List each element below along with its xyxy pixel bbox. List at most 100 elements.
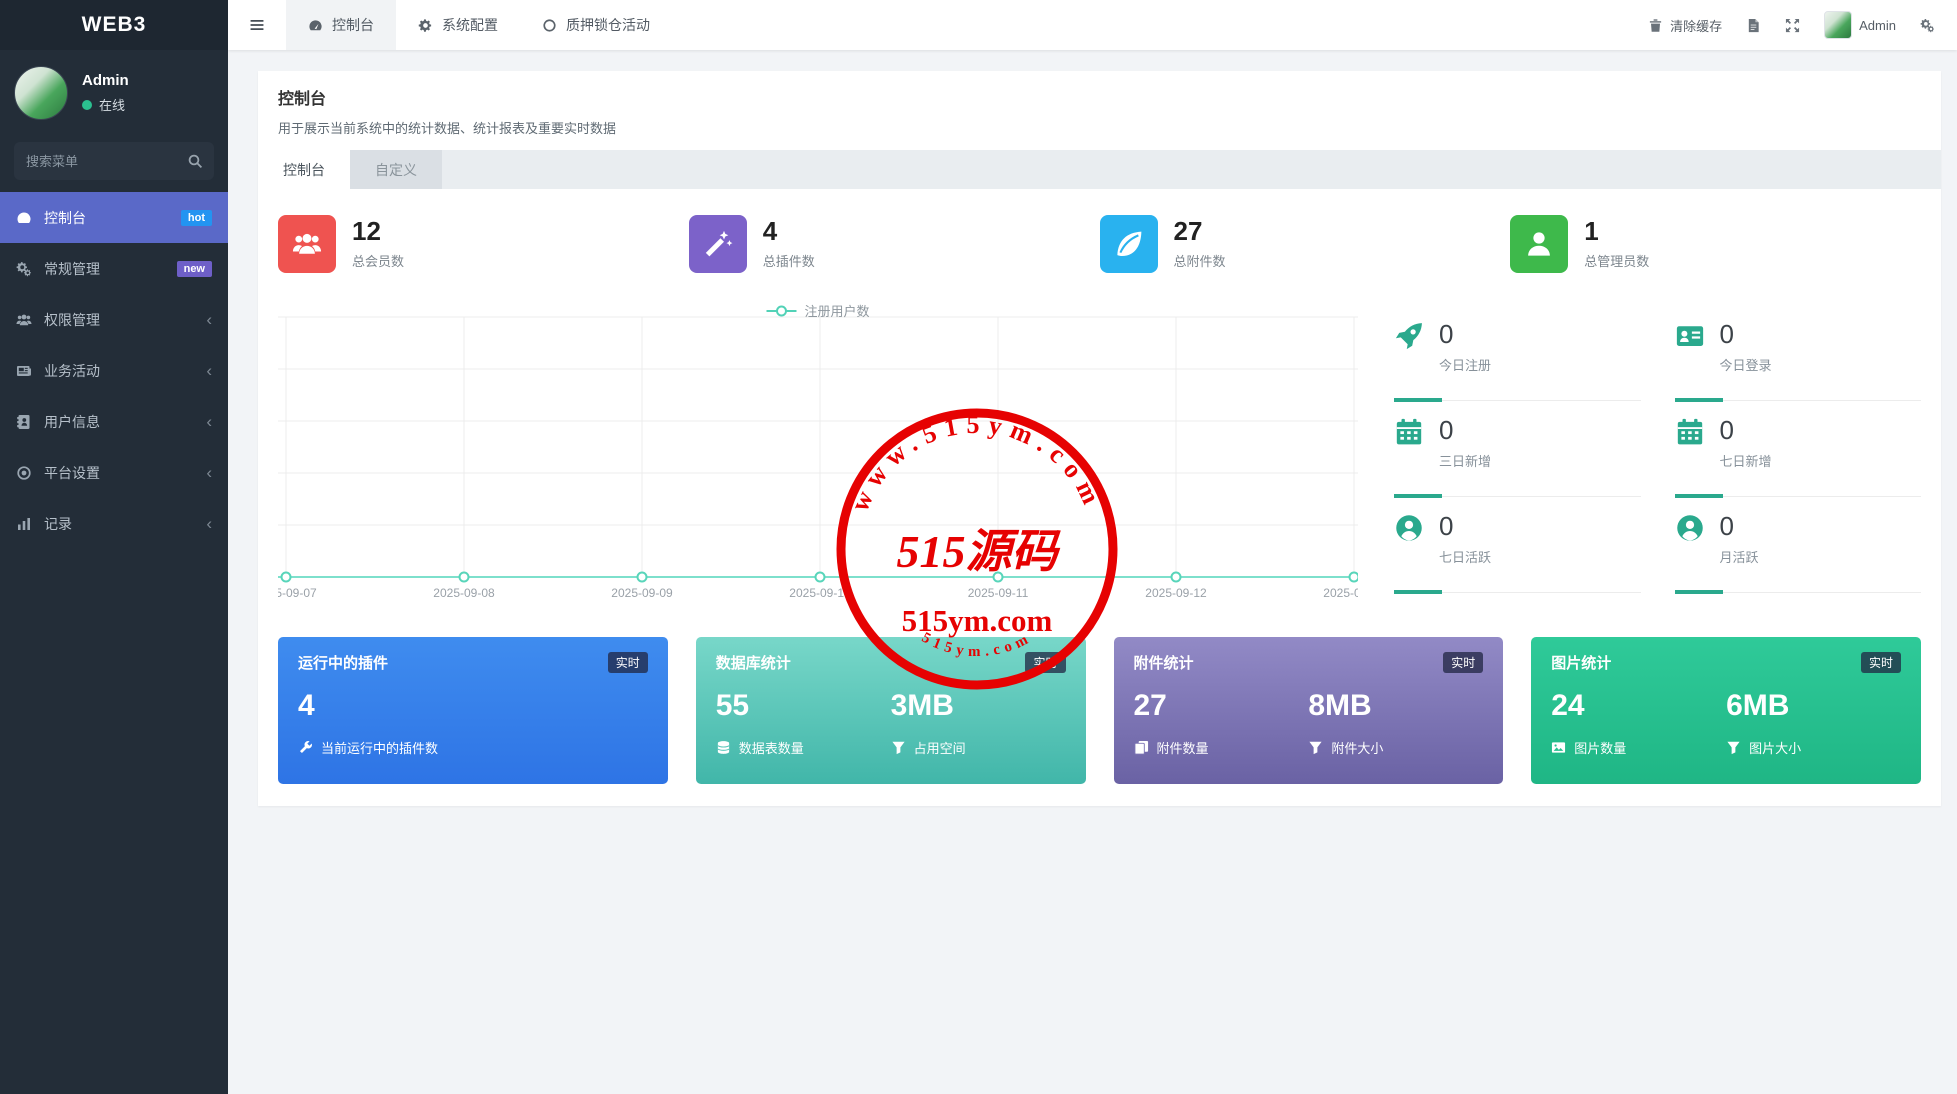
sidebar-item-label: 用户信息: [44, 413, 100, 430]
address-book-icon: [16, 414, 32, 430]
topbar: 控制台 系统配置 质押锁仓活动 清除缓存 Admin: [228, 0, 1957, 50]
quick-stat-label: 月活跃: [1719, 550, 1759, 565]
metric-label: 当前运行中的插件数: [321, 741, 439, 756]
stat-label: 总管理员数: [1584, 253, 1650, 269]
metric-value: 6MB: [1726, 689, 1790, 722]
panel-header: 控制台 用于展示当前系统中的统计数据、统计报表及重要实时数据: [258, 71, 1941, 150]
dot-circle-icon: [16, 465, 32, 481]
trash-icon: [1648, 18, 1663, 33]
card-image-stats: 图片统计 实时 24 图片数量 6MB 图片大小: [1531, 637, 1921, 784]
card-title: 图片统计: [1551, 655, 1612, 672]
sidebar-user-panel: Admin 在线: [0, 50, 228, 128]
sidebar-item-auth[interactable]: 权限管理 ‹: [0, 294, 228, 345]
calendar-icon: [1675, 417, 1705, 470]
sidebar-item-console[interactable]: 控制台 hot: [0, 192, 228, 243]
menu-search-input[interactable]: [14, 142, 214, 180]
panel-body: 12 总会员数 4 总插件数 27 总附件数 1 总管理员数 注册用户数 5-0…: [258, 189, 1941, 784]
leaf-icon: [1099, 215, 1158, 273]
calendar-icon: [1394, 417, 1424, 470]
card-metric: 3MB 占用空间: [891, 689, 1066, 757]
stat-total-plugins: 4 总插件数: [688, 215, 1100, 273]
sidebar-item-platform[interactable]: 平台设置 ‹: [0, 447, 228, 498]
quick-stat-value: 0: [1439, 415, 1454, 445]
quick-stat-value: 0: [1719, 319, 1734, 349]
gears-icon: [16, 261, 32, 277]
bar-chart-icon: [16, 516, 32, 532]
database-icon: [716, 740, 731, 755]
document-icon: [1746, 18, 1761, 33]
stats-row: 12 总会员数 4 总插件数 27 总附件数 1 总管理员数: [278, 215, 1921, 273]
sidebar-item-records[interactable]: 记录 ‹: [0, 498, 228, 549]
hamburger-icon: [249, 17, 265, 33]
user-status-label: 在线: [99, 98, 126, 113]
chart-legend[interactable]: 注册用户数: [766, 301, 870, 320]
clear-cache-button[interactable]: 清除缓存: [1648, 16, 1722, 35]
sidebar-item-activity[interactable]: 业务活动 ‹: [0, 345, 228, 396]
person-icon: [1510, 215, 1569, 273]
stat-value: 27: [1173, 216, 1203, 247]
card-metric: 27 附件数量: [1134, 689, 1309, 757]
quick-stat-value: 0: [1719, 511, 1734, 541]
menu-toggle-button[interactable]: [228, 0, 286, 50]
chevron-left-icon: ‹: [206, 514, 212, 533]
stat-value: 4: [762, 216, 778, 247]
chevron-left-icon: ‹: [206, 412, 212, 431]
quick-stat-label: 今日登录: [1719, 358, 1772, 373]
gauge-icon: [16, 210, 32, 226]
sidebar-item-label: 平台设置: [44, 464, 100, 481]
realtime-badge: 实时: [1025, 652, 1066, 673]
quick-stat-label: 七日活跃: [1439, 550, 1492, 565]
topbar-tab-console[interactable]: 控制台: [286, 0, 396, 50]
quick-stat-7day-active: 0 七日活跃: [1394, 497, 1641, 594]
legend-marker-icon: [766, 305, 797, 316]
card-metric: 4 当前运行中的插件数: [298, 689, 648, 757]
menu-search: [14, 142, 214, 180]
fullscreen-icon: [1785, 18, 1800, 33]
tab-console[interactable]: 控制台: [258, 150, 350, 189]
summary-cards: 运行中的插件 实时 4 当前运行中的插件数 数据库统计 实时 55 数据表数量 …: [278, 637, 1921, 784]
newspaper-icon: [16, 363, 32, 379]
page-title: 控制台: [278, 91, 327, 108]
card-metric: 55 数据表数量: [716, 689, 891, 757]
metric-value: 4: [298, 689, 315, 722]
middle-row: 注册用户数 2025-09-072025-09-082025-09-092025…: [278, 304, 1921, 605]
user-circle-icon: [1675, 513, 1705, 566]
app-logo: WEB3: [0, 0, 228, 50]
user-avatar[interactable]: [14, 66, 68, 120]
realtime-badge: 实时: [607, 652, 648, 673]
realtime-badge: 实时: [1860, 652, 1901, 673]
fullscreen-button[interactable]: [1785, 18, 1800, 33]
quick-stats-grid: 0 今日注册 0 今日登录 0 三日新增 0 七日新增 0 七日活跃 0 月活跃: [1394, 305, 1921, 605]
gauge-icon: [308, 18, 323, 33]
docs-button[interactable]: [1746, 18, 1761, 33]
topbar-tab-staking[interactable]: 质押锁仓活动: [520, 0, 672, 50]
sidebar: WEB3 Admin 在线 控制台 hot 常规管理 new 权限管理 ‹: [0, 0, 228, 1094]
sidebar-item-label: 常规管理: [44, 260, 100, 277]
magic-icon: [688, 215, 747, 273]
metric-label: 图片大小: [1749, 741, 1802, 756]
topbar-tab-sysconfig[interactable]: 系统配置: [396, 0, 520, 50]
topbar-avatar: [1824, 11, 1853, 39]
sidebar-item-label: 记录: [44, 515, 72, 532]
page-subtitle: 用于展示当前系统中的统计数据、统计报表及重要实时数据: [278, 121, 617, 136]
users-icon: [16, 312, 32, 328]
quick-stat-7day-new: 0 七日新增: [1674, 401, 1921, 498]
metric-label: 附件数量: [1156, 741, 1209, 756]
card-database-stats: 数据库统计 实时 55 数据表数量 3MB 占用空间: [695, 637, 1086, 784]
svg-text:2025-09-09: 2025-09-09: [611, 586, 673, 600]
card-title: 数据库统计: [715, 655, 791, 672]
stat-total-attachments: 27 总附件数: [1099, 215, 1511, 273]
settings-button[interactable]: [1920, 18, 1935, 33]
metric-label: 占用空间: [913, 741, 966, 756]
sidebar-item-label: 控制台: [44, 209, 86, 226]
topbar-user-label: Admin: [1859, 17, 1896, 33]
card-title: 附件统计: [1133, 655, 1194, 672]
quick-stat-label: 三日新增: [1439, 454, 1492, 469]
sidebar-item-general[interactable]: 常规管理 new: [0, 243, 228, 294]
stat-value: 12: [352, 216, 381, 247]
chevron-left-icon: ‹: [206, 310, 212, 329]
sidebar-item-userinfo[interactable]: 用户信息 ‹: [0, 396, 228, 447]
tab-custom[interactable]: 自定义: [350, 150, 442, 189]
user-menu[interactable]: Admin: [1824, 11, 1896, 39]
new-badge: new: [176, 260, 212, 277]
